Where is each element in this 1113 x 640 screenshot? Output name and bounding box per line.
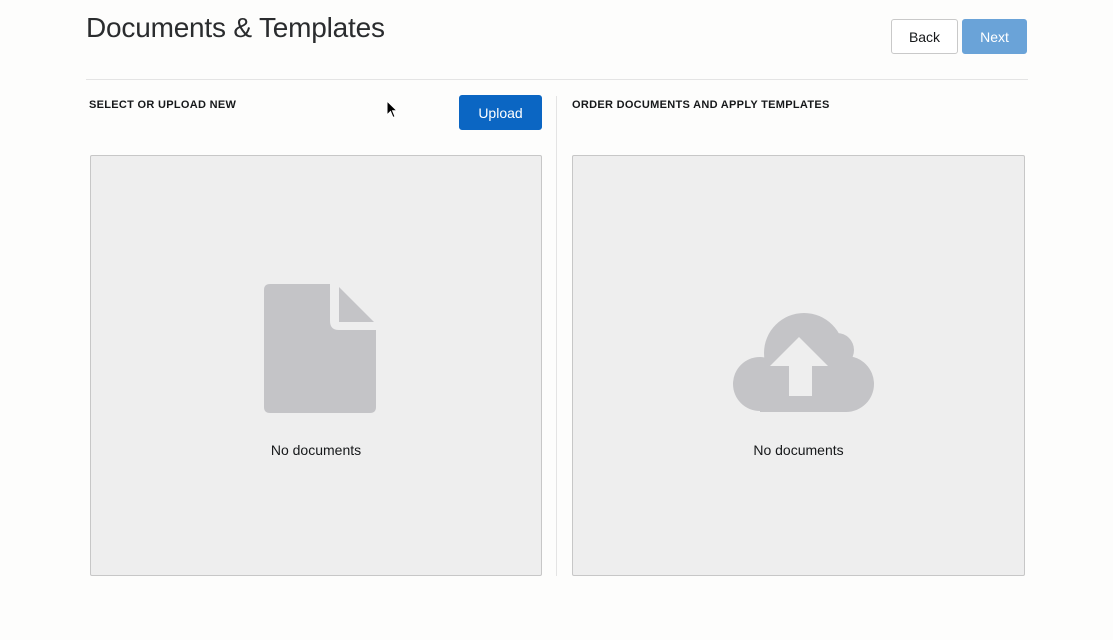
- available-documents-panel[interactable]: No documents: [90, 155, 542, 576]
- cloud-upload-icon: [733, 312, 874, 420]
- column-divider: [556, 96, 557, 576]
- document-icon: [264, 283, 377, 419]
- next-button[interactable]: Next: [962, 19, 1027, 54]
- select-upload-heading: SELECT OR UPLOAD NEW: [89, 99, 237, 111]
- upload-button[interactable]: Upload: [459, 95, 542, 130]
- back-button[interactable]: Back: [891, 19, 958, 54]
- ordered-documents-panel[interactable]: No documents: [572, 155, 1025, 576]
- mouse-cursor: [386, 99, 399, 124]
- left-empty-text: No documents: [270, 442, 362, 458]
- page-title: Documents & Templates: [86, 12, 385, 43]
- right-empty-text: No documents: [753, 442, 844, 458]
- header-divider: [86, 79, 1028, 80]
- order-documents-heading: ORDER DOCUMENTS AND APPLY TEMPLATES: [572, 99, 830, 111]
